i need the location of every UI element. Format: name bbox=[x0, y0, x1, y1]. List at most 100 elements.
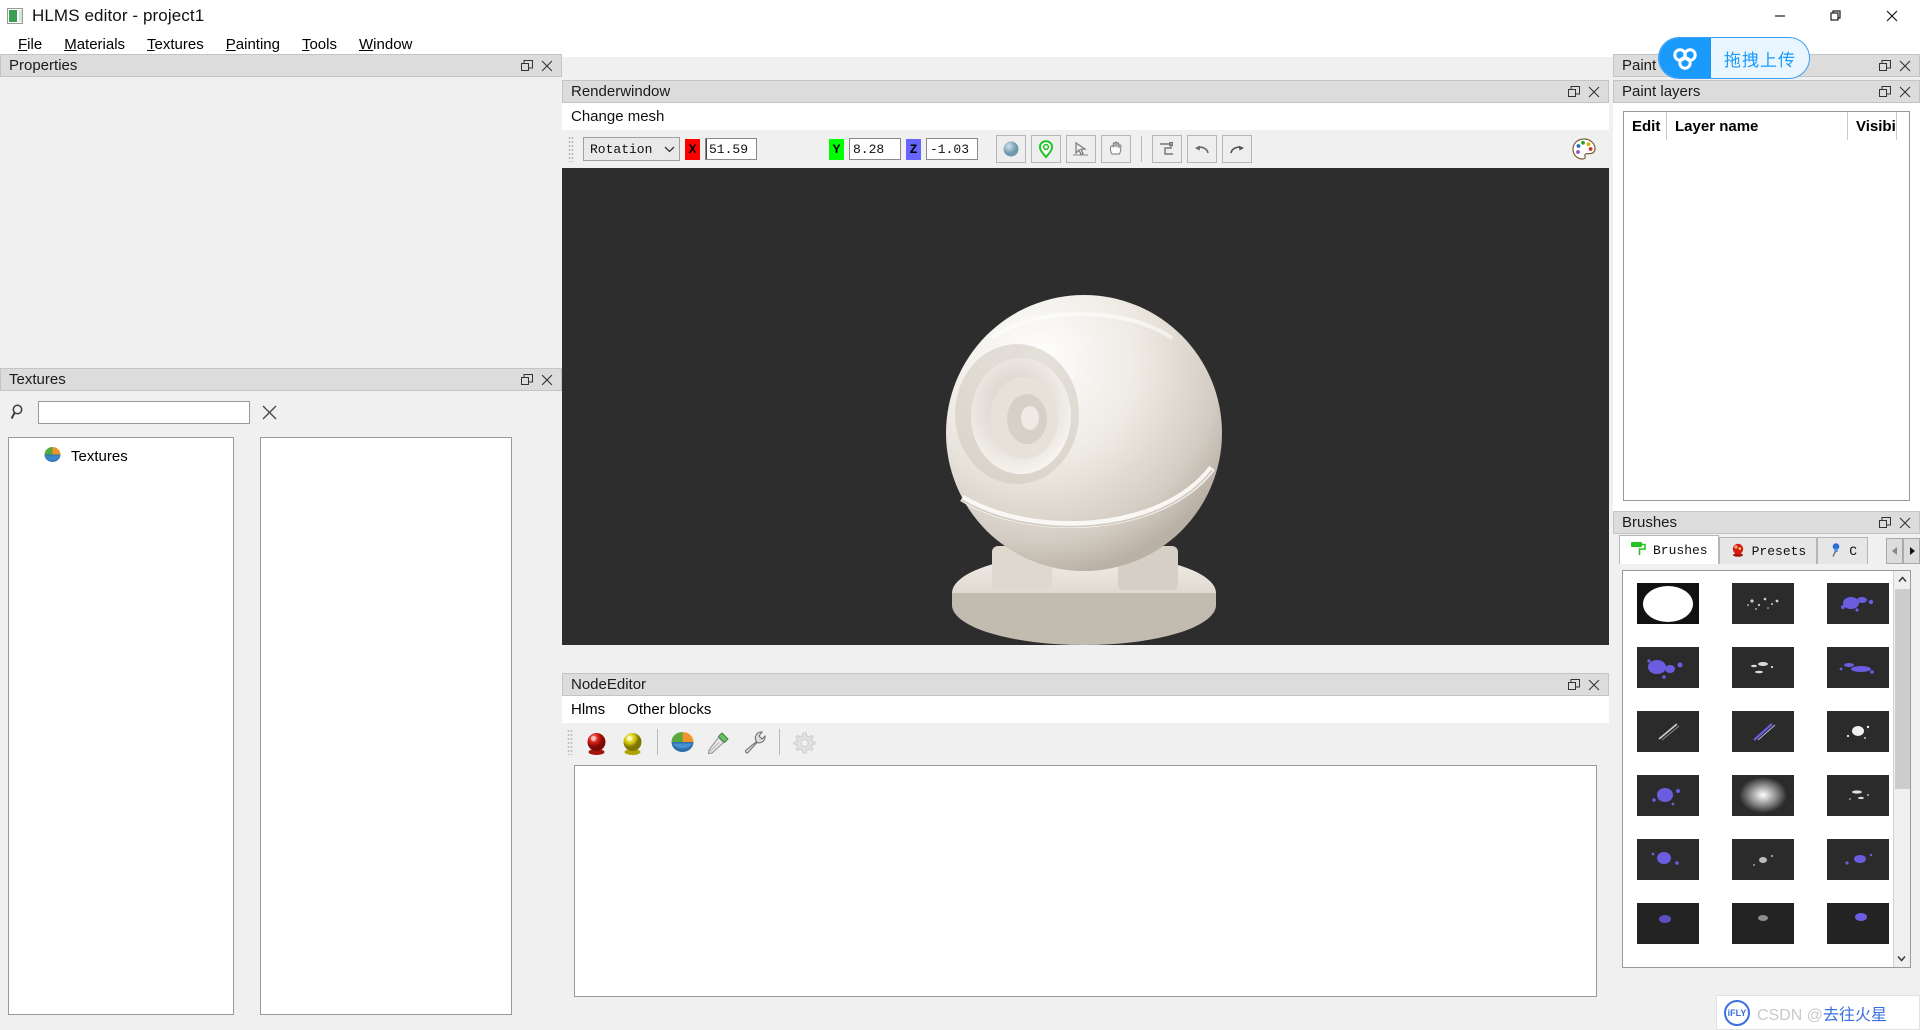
bone-tool-button[interactable] bbox=[1152, 135, 1182, 163]
textures-float-icon[interactable] bbox=[517, 370, 537, 390]
menu-file[interactable]: File bbox=[7, 34, 53, 55]
brush-thumbnail[interactable] bbox=[1637, 775, 1699, 816]
paint-layers-table[interactable]: Edit Layer name Visibi bbox=[1623, 111, 1910, 501]
menu-painting[interactable]: Painting bbox=[215, 34, 291, 55]
minimize-icon[interactable] bbox=[1752, 0, 1808, 32]
clear-search-icon[interactable] bbox=[258, 401, 280, 423]
brush-thumbnail[interactable] bbox=[1827, 583, 1889, 624]
blue-pin-icon bbox=[1828, 542, 1843, 561]
brush-thumbnail[interactable] bbox=[1732, 647, 1794, 688]
brush-thumbnail[interactable] bbox=[1827, 775, 1889, 816]
rotation-y-input[interactable]: 8.28 bbox=[849, 138, 901, 160]
brush-thumbnail[interactable] bbox=[1637, 839, 1699, 880]
renderwindow-float-icon[interactable] bbox=[1564, 82, 1584, 102]
textures-close-icon[interactable] bbox=[537, 370, 557, 390]
tab-brushes[interactable]: Brushes bbox=[1619, 535, 1719, 564]
render-viewport[interactable] bbox=[562, 168, 1609, 645]
color-palette-button[interactable] bbox=[1567, 134, 1601, 164]
brush-thumbnail[interactable] bbox=[1732, 839, 1794, 880]
brush-thumbnail[interactable] bbox=[1637, 647, 1699, 688]
red-bust-icon bbox=[1730, 542, 1746, 561]
textures-preview-pane[interactable] bbox=[260, 437, 512, 1015]
brushes-close-icon[interactable] bbox=[1895, 513, 1915, 533]
brushes-grid[interactable] bbox=[1623, 571, 1893, 967]
texture-node-icon[interactable] bbox=[666, 726, 699, 759]
wrench-node-icon[interactable] bbox=[738, 726, 771, 759]
sphere-mesh-button[interactable] bbox=[996, 135, 1026, 163]
paint-layers-panel: Paint layers Edit Layer name Visibi bbox=[1613, 80, 1920, 511]
menu-window[interactable]: Window bbox=[348, 34, 423, 55]
app-icon bbox=[7, 8, 23, 24]
brush-thumbnail[interactable] bbox=[1827, 711, 1889, 752]
nodeeditor-close-icon[interactable] bbox=[1584, 675, 1604, 695]
brush-thumbnail[interactable] bbox=[1637, 711, 1699, 752]
menu-textures-label: Textures bbox=[147, 36, 204, 53]
menu-tools-label: Tools bbox=[301, 36, 337, 53]
tab-presets[interactable]: Presets bbox=[1718, 537, 1818, 564]
brush-thumbnail[interactable] bbox=[1732, 583, 1794, 624]
scroll-right-icon[interactable] bbox=[1903, 538, 1920, 564]
pbs-node-icon[interactable] bbox=[580, 726, 613, 759]
textures-tree-root-item[interactable]: Textures bbox=[9, 444, 233, 469]
paint-layers-close-icon[interactable] bbox=[1895, 82, 1915, 102]
renderwindow-panel-title: Renderwindow bbox=[571, 83, 671, 100]
rotation-x-input[interactable]: 51.59 bbox=[705, 138, 757, 160]
paint-layers-float-icon[interactable] bbox=[1875, 82, 1895, 102]
select-tool-button[interactable] bbox=[1066, 135, 1096, 163]
column-header-visibility[interactable]: Visibi bbox=[1848, 112, 1896, 140]
paint-close-icon[interactable] bbox=[1895, 56, 1915, 76]
menu-textures[interactable]: Textures bbox=[136, 34, 215, 55]
brush-thumbnail[interactable] bbox=[1827, 903, 1889, 944]
brush-thumbnail[interactable] bbox=[1732, 711, 1794, 752]
brush-thumbnail[interactable] bbox=[1637, 583, 1699, 624]
tab-c[interactable]: C bbox=[1817, 537, 1869, 564]
brushes-float-icon[interactable] bbox=[1875, 513, 1895, 533]
brush-thumbnail[interactable] bbox=[1732, 903, 1794, 944]
rotation-z-input[interactable]: -1.03 bbox=[926, 138, 978, 160]
brushes-panel-title: Brushes bbox=[1622, 514, 1678, 531]
toolbar-drag-handle[interactable] bbox=[568, 136, 574, 162]
paint-roller-icon bbox=[1630, 541, 1647, 560]
maximize-icon[interactable] bbox=[1808, 0, 1864, 32]
properties-close-icon[interactable] bbox=[537, 56, 557, 76]
renderwindow-close-icon[interactable] bbox=[1584, 82, 1604, 102]
renderwindow-toolbar: Rotation X 51.59 Y 8.28 Z -1.03 bbox=[562, 130, 1609, 168]
unlit-node-icon[interactable] bbox=[616, 726, 649, 759]
menu-tools[interactable]: Tools bbox=[291, 34, 348, 55]
brush-thumbnail[interactable] bbox=[1827, 647, 1889, 688]
brush-thumbnail[interactable] bbox=[1637, 903, 1699, 944]
column-header-layer-name[interactable]: Layer name bbox=[1667, 112, 1847, 140]
scroll-down-icon[interactable] bbox=[1894, 950, 1910, 967]
scroll-left-icon[interactable] bbox=[1886, 538, 1903, 564]
transform-mode-value: Rotation bbox=[590, 141, 653, 157]
column-divider-3[interactable] bbox=[1896, 112, 1897, 140]
textures-search-input[interactable] bbox=[38, 400, 250, 424]
nodeeditor-menu-other-blocks[interactable]: Other blocks bbox=[627, 701, 711, 718]
nodeeditor-menu-hlms[interactable]: Hlms bbox=[571, 701, 605, 718]
brush-thumbnail[interactable] bbox=[1827, 839, 1889, 880]
pan-tool-button[interactable] bbox=[1101, 135, 1131, 163]
upload-badge[interactable]: 拖拽上传 bbox=[1658, 37, 1810, 79]
brushes-scroll-thumb[interactable] bbox=[1895, 589, 1911, 789]
undo-button[interactable] bbox=[1187, 135, 1217, 163]
brush-thumbnail[interactable] bbox=[1732, 775, 1794, 816]
scroll-up-icon[interactable] bbox=[1894, 571, 1910, 588]
menu-materials[interactable]: Materials bbox=[53, 34, 136, 55]
nodeeditor-canvas[interactable] bbox=[574, 765, 1597, 997]
paint-float-icon[interactable] bbox=[1875, 56, 1895, 76]
nodeeditor-drag-handle[interactable] bbox=[567, 729, 573, 755]
properties-float-icon[interactable] bbox=[517, 56, 537, 76]
column-header-edit[interactable]: Edit bbox=[1624, 112, 1666, 140]
textures-tree[interactable]: Textures bbox=[8, 437, 234, 1015]
redo-button[interactable] bbox=[1222, 135, 1252, 163]
brushes-scrollbar[interactable] bbox=[1893, 571, 1911, 967]
tab-c-label: C bbox=[1849, 543, 1858, 559]
axis-x-badge: X bbox=[685, 138, 700, 160]
transform-mode-select[interactable]: Rotation bbox=[583, 137, 680, 161]
close-icon[interactable] bbox=[1864, 0, 1920, 32]
change-mesh-menu[interactable]: Change mesh bbox=[571, 108, 664, 125]
nodeeditor-float-icon[interactable] bbox=[1564, 675, 1584, 695]
textures-panel-title: Textures bbox=[9, 371, 66, 388]
light-marker-button[interactable] bbox=[1031, 135, 1061, 163]
pipette-node-icon[interactable] bbox=[702, 726, 735, 759]
